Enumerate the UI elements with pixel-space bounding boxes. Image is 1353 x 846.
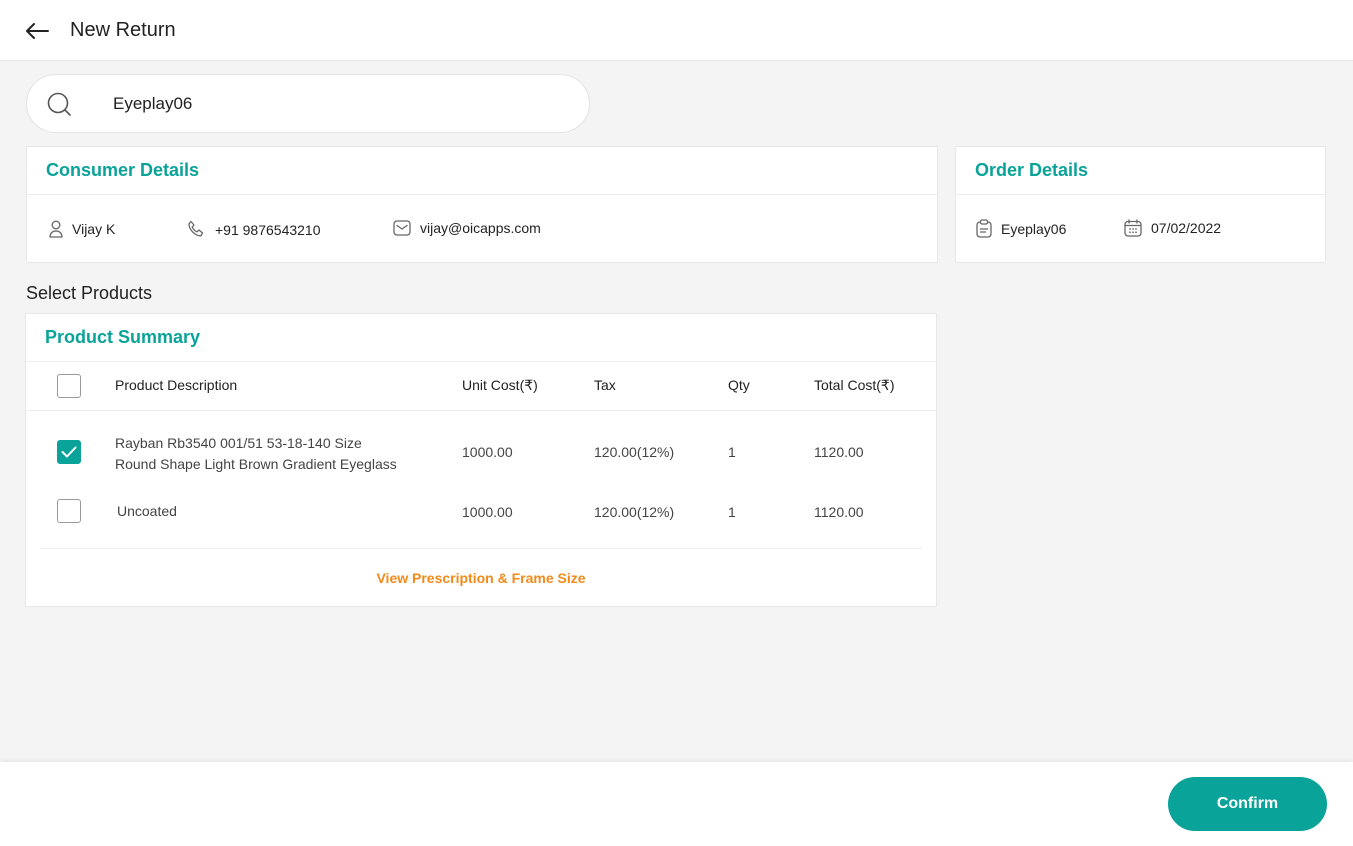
consumer-phone-text: +91 9876543210 bbox=[215, 221, 321, 238]
table-divider bbox=[40, 548, 922, 549]
calendar-icon bbox=[1124, 219, 1142, 237]
order-date-text: 07/02/2022 bbox=[1151, 220, 1222, 236]
consumer-phone: +91 9876543210 bbox=[187, 220, 321, 239]
row-checkbox[interactable] bbox=[57, 499, 81, 523]
row-unit-cost: 1000.00 bbox=[462, 504, 513, 520]
consumer-details-title: Consumer Details bbox=[27, 147, 937, 195]
row-unit-cost: 1000.00 bbox=[462, 444, 513, 460]
header-divider bbox=[26, 410, 936, 411]
order-details-title: Order Details bbox=[956, 147, 1325, 195]
consumer-email: vijay@oicapps.com bbox=[393, 220, 541, 236]
mail-icon bbox=[393, 220, 411, 236]
top-bar: New Return bbox=[0, 0, 1353, 61]
phone-icon bbox=[188, 220, 204, 237]
row-qty: 1 bbox=[728, 504, 736, 520]
search-icon bbox=[47, 92, 73, 118]
row-tax: 120.00(12%) bbox=[594, 444, 675, 460]
confirm-button[interactable]: Confirm bbox=[1168, 777, 1327, 831]
select-all-checkbox[interactable] bbox=[57, 374, 81, 398]
search-input[interactable] bbox=[113, 90, 573, 118]
view-prescription-link[interactable]: View Prescription & Frame Size bbox=[26, 570, 936, 586]
column-header-tax: Tax bbox=[594, 377, 616, 393]
row-tax: 120.00(12%) bbox=[594, 504, 675, 520]
order-date: 07/02/2022 bbox=[1124, 219, 1221, 237]
consumer-email-text: vijay@oicapps.com bbox=[420, 220, 541, 236]
row-description: Rayban Rb3540 001/51 53-18-140 Size Roun… bbox=[115, 433, 397, 475]
consumer-name: Vijay K bbox=[49, 220, 115, 238]
row-description-line: Rayban Rb3540 001/51 53-18-140 Size bbox=[115, 435, 362, 451]
row-total-cost: 1120.00 bbox=[814, 504, 864, 520]
column-header-description: Product Description bbox=[115, 377, 238, 393]
order-details-card: Order Details Eyeplay06 07/02/2022 bbox=[955, 146, 1326, 263]
row-qty: 1 bbox=[728, 444, 736, 460]
column-header-total-cost: Total Cost(₹) bbox=[814, 377, 895, 393]
search-box[interactable] bbox=[26, 74, 590, 133]
checkmark-icon bbox=[61, 446, 77, 458]
product-summary-card: Product Summary Product Description Unit… bbox=[25, 313, 937, 607]
product-summary-title: Product Summary bbox=[26, 314, 936, 362]
row-description: Uncoated bbox=[117, 503, 177, 519]
order-id: Eyeplay06 bbox=[976, 219, 1066, 238]
select-products-label: Select Products bbox=[26, 283, 153, 303]
footer-bar: Confirm bbox=[0, 762, 1353, 846]
row-total-cost: 1120.00 bbox=[814, 444, 864, 460]
column-header-qty: Qty bbox=[728, 377, 750, 393]
row-checkbox[interactable] bbox=[57, 440, 81, 464]
user-icon bbox=[49, 220, 63, 238]
column-header-unit-cost: Unit Cost(₹) bbox=[462, 377, 538, 393]
consumer-name-text: Vijay K bbox=[72, 221, 116, 237]
consumer-details-card: Consumer Details Vijay K +91 9876543210 … bbox=[26, 146, 938, 263]
clipboard-icon bbox=[976, 219, 992, 238]
order-id-text: Eyeplay06 bbox=[1001, 220, 1067, 237]
row-description-line: Round Shape Light Brown Gradient Eyeglas… bbox=[115, 456, 397, 472]
back-arrow-icon[interactable] bbox=[24, 19, 50, 43]
page-title: New Return bbox=[70, 19, 176, 41]
